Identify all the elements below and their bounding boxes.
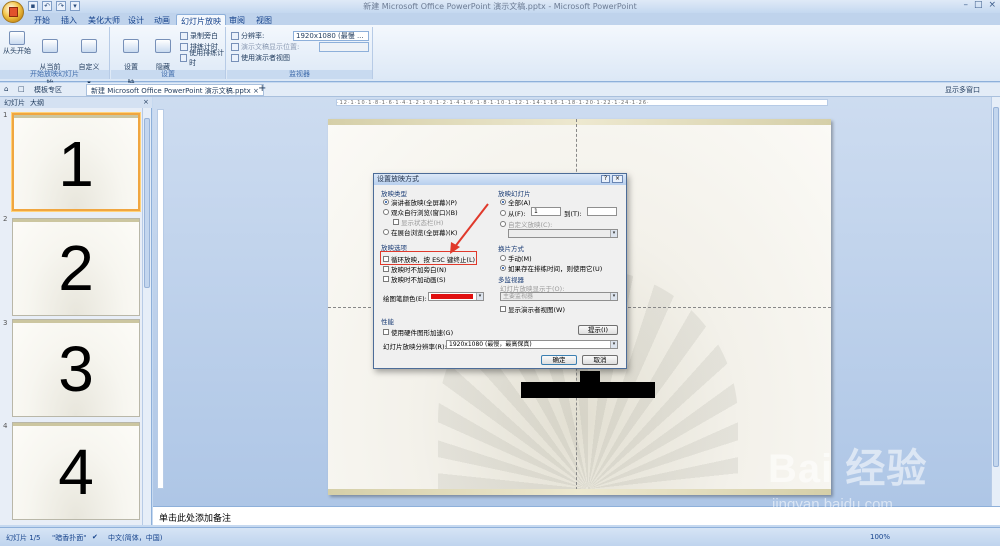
group-setup: 设置 幻灯片放映 隐藏 幻灯片 录制旁白 排练计时 使用排练计时 设置 [111, 27, 226, 87]
zoom-level[interactable]: 100% [870, 533, 890, 541]
thumbnail-band [13, 423, 139, 426]
slide-thumbnail[interactable]: 4 [12, 422, 140, 520]
ribbon: 从头开始 从当前 幻灯片开始 自定义 幻灯片放映 ▾ 开始放映幻灯片 设置 幻灯… [0, 25, 1000, 87]
scrollbar-thumb[interactable] [144, 118, 150, 288]
checkbox-checked-icon [180, 54, 188, 62]
close-panel-icon[interactable]: × [143, 98, 149, 106]
thumbnail-band [13, 219, 139, 222]
maximize-icon[interactable]: □ [974, 0, 983, 10]
slideshow-current-icon [42, 39, 58, 53]
show-multi-window-button[interactable]: 显示多窗口 [945, 85, 980, 95]
resolution-select[interactable]: 1920x1080 (最慢 ... [293, 31, 369, 41]
use-timings-label: 使用排练计时 [189, 49, 225, 67]
panel-tabs: 幻灯片 大纲 × [0, 97, 152, 108]
microphone-icon [180, 32, 188, 40]
canvas-scrollbar[interactable] [991, 97, 1000, 506]
group-label: 监视器 [227, 70, 372, 79]
checkbox-icon [231, 54, 239, 62]
thumbnail-number: 3 [58, 333, 94, 405]
group-label: 设置 [111, 70, 225, 79]
resolution-label: 分辨率: [241, 32, 265, 40]
slideshow-icon [9, 31, 25, 45]
annotation-arrow [450, 203, 489, 254]
show-on-row: 演示文稿显示位置: [231, 42, 299, 52]
redacted-block [521, 382, 655, 398]
notes-placeholder: 单击此处添加备注 [159, 514, 232, 524]
spellcheck-icon[interactable]: ✔ [92, 533, 98, 541]
group-monitors: 分辨率: 1920x1080 (最慢 ... 演示文稿显示位置: 使用演示者视图… [227, 27, 373, 79]
horizontal-ruler: ·12·1·10·1·8·1·6·1·4·1·2·1·0·1·2·1·4·1·6… [336, 99, 828, 106]
slide-index: 2 [3, 215, 8, 223]
custom-show-icon [81, 39, 97, 53]
title-bar: ▪ ↶ ↷ ▾ 新建 Microsoft Office PowerPoint 演… [0, 0, 1000, 13]
group-start-show: 从头开始 从当前 幻灯片开始 自定义 幻灯片放映 ▾ 开始放映幻灯片 [0, 27, 110, 87]
slide-thumbnail[interactable]: 3 [12, 319, 140, 417]
use-timings-checkbox[interactable]: 使用排练计时 [180, 49, 225, 67]
thumbnail-band [14, 115, 138, 118]
presenter-view-checkbox[interactable]: 使用演示者视图 [231, 53, 290, 63]
thumbnail-number: 1 [58, 128, 94, 200]
show-on-select[interactable] [319, 42, 369, 52]
group-label: 开始放映幻灯片 [0, 70, 109, 79]
document-tab-label: 新建 Microsoft Office PowerPoint 演示文稿.pptx [91, 87, 251, 95]
office-logo-icon [9, 7, 18, 17]
setup-icon [123, 39, 139, 53]
slide-thumbnail[interactable]: 1 [12, 113, 140, 211]
record-narration-label: 录制旁白 [190, 32, 218, 40]
template-zone-link[interactable]: 模板专区 [34, 85, 62, 95]
notes-pane[interactable]: 单击此处添加备注 [153, 506, 1000, 525]
thumbnail-number: 2 [58, 232, 94, 304]
tab-slides[interactable]: 幻灯片 [4, 98, 25, 108]
minimize-icon[interactable]: – [963, 0, 968, 10]
window-title: 新建 Microsoft Office PowerPoint 演示文稿.pptx… [363, 2, 637, 11]
theme-name: "暗香扑面" [52, 534, 87, 542]
new-tab-icon[interactable]: + [258, 83, 266, 94]
slide-index: 3 [3, 319, 8, 327]
show-on-label: 演示文稿显示位置: [241, 43, 300, 51]
window-controls: – □ × [963, 0, 996, 10]
monitor-icon [231, 32, 239, 40]
home-icon[interactable]: ⌂ [4, 85, 8, 93]
monitor-icon [231, 43, 239, 51]
setup-show-dialog: 设置放映方式 ? × 放映类型 演讲者放映(全屏幕)(P) 观众自行浏览(窗口)… [373, 173, 627, 369]
record-narration-button[interactable]: 录制旁白 [180, 31, 218, 41]
timer-icon [180, 43, 188, 51]
vertical-ruler [157, 109, 164, 489]
new-doc-icon[interactable]: □ [18, 85, 25, 93]
slide-thumbnail[interactable]: 2 [12, 218, 140, 316]
from-start-label: 从头开始 [3, 47, 31, 55]
status-bar: 幻灯片 1/5 "暗香扑面" ✔ 中文(简体，中国) 100% [0, 527, 1000, 546]
resolution-row: 分辨率: [231, 31, 264, 41]
thumbnail-number: 4 [58, 436, 94, 508]
slide-top-band [328, 119, 831, 125]
presenter-view-label: 使用演示者视图 [241, 54, 290, 62]
document-tab[interactable]: 新建 Microsoft Office PowerPoint 演示文稿.pptx… [86, 84, 264, 96]
document-tab-strip: ⌂ □ 模板专区 新建 Microsoft Office PowerPoint … [0, 83, 1000, 97]
slide-counter: 幻灯片 1/5 [6, 534, 41, 542]
slide-index: 4 [3, 422, 8, 430]
language-indicator[interactable]: 中文(简体，中国) [108, 533, 162, 543]
office-button[interactable] [2, 1, 24, 23]
slide-index: 1 [3, 111, 8, 119]
slide-bottom-band [328, 489, 831, 495]
from-start-button[interactable]: 从头开始 [3, 31, 31, 55]
panel-scrollbar[interactable] [142, 108, 151, 525]
close-icon[interactable]: × [988, 0, 996, 10]
slides-panel: 幻灯片 大纲 × 1 1 2 2 3 3 4 4 [0, 97, 152, 525]
hide-slide-icon [155, 39, 171, 53]
tab-outline[interactable]: 大纲 [30, 98, 44, 108]
scrollbar-thumb[interactable] [993, 107, 999, 467]
thumbnail-band [13, 320, 139, 323]
